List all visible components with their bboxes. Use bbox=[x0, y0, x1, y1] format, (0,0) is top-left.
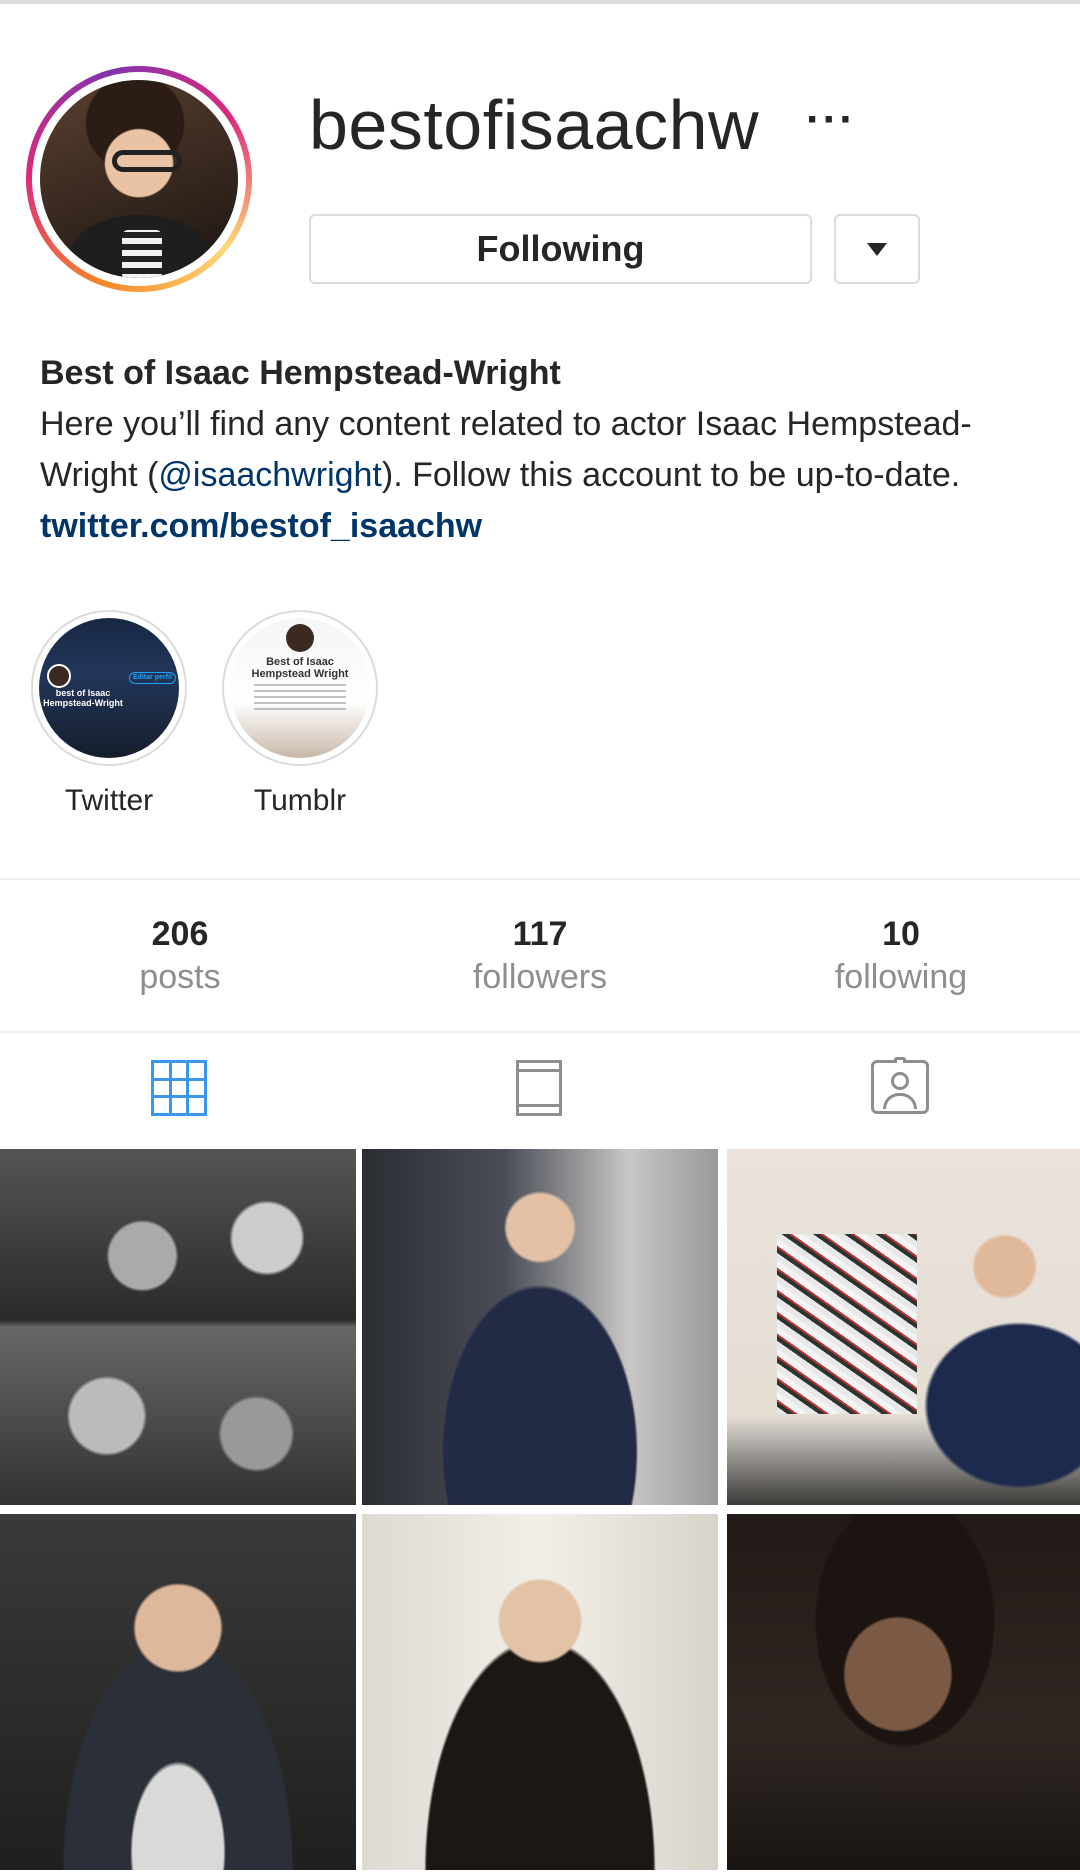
post-thumbnail[interactable] bbox=[0, 1149, 356, 1505]
divider bbox=[0, 1031, 1080, 1033]
more-horizontal-icon[interactable]: ··· bbox=[806, 98, 856, 142]
following-stat[interactable]: 10 following bbox=[751, 913, 1051, 999]
profile-username: bestofisaachw bbox=[309, 86, 760, 164]
tagged-icon bbox=[871, 1057, 929, 1114]
post-thumbnail[interactable] bbox=[727, 1149, 1080, 1505]
bio-mention-link[interactable]: @isaachwright bbox=[158, 456, 382, 494]
bio-text-end: ). Follow this account to be up-to-date. bbox=[381, 456, 961, 494]
posts-label: posts bbox=[139, 958, 221, 996]
posts-stat: 206 posts bbox=[30, 913, 330, 999]
tab-feed[interactable] bbox=[516, 1060, 580, 1118]
highlight-cover: best of Isaac Hempstead-Wright Editar pe… bbox=[31, 610, 187, 766]
profile-bio: Best of Isaac Hempstead-Wright Here you’… bbox=[40, 348, 1050, 552]
suggestions-dropdown-button[interactable] bbox=[834, 214, 920, 284]
bio-website-link[interactable]: twitter.com/bestof_isaachw bbox=[40, 501, 1050, 552]
top-divider bbox=[0, 0, 1080, 4]
highlight-twitter[interactable]: best of Isaac Hempstead-Wright Editar pe… bbox=[29, 610, 189, 818]
followers-label: followers bbox=[472, 958, 608, 996]
post-thumbnail[interactable] bbox=[0, 1514, 356, 1870]
following-label: following bbox=[834, 958, 968, 996]
highlight-label: Twitter bbox=[64, 784, 154, 817]
highlight-tumblr[interactable]: Best of Isaac Hempstead Wright Tumblr bbox=[220, 610, 380, 818]
post-thumbnail[interactable] bbox=[727, 1514, 1080, 1870]
caret-down-icon bbox=[867, 242, 887, 256]
profile-full-name: Best of Isaac Hempstead-Wright bbox=[40, 354, 561, 392]
avatar[interactable] bbox=[40, 80, 238, 278]
profile-avatar-story-ring[interactable] bbox=[26, 66, 252, 292]
followers-count: 117 bbox=[512, 915, 568, 953]
highlight-mini-button: Editar perfil bbox=[129, 672, 176, 684]
tab-grid[interactable] bbox=[151, 1060, 215, 1118]
posts-count: 206 bbox=[151, 915, 209, 953]
grid-icon bbox=[151, 1060, 207, 1116]
highlight-mini-name: best of Isaac Hempstead-Wright bbox=[43, 688, 123, 708]
highlight-mini-avatar bbox=[47, 664, 71, 688]
post-thumbnail[interactable] bbox=[362, 1514, 718, 1870]
divider bbox=[0, 878, 1080, 880]
highlight-mini-title: Best of Isaac Hempstead Wright bbox=[251, 656, 349, 680]
followers-stat[interactable]: 117 followers bbox=[390, 913, 690, 999]
highlight-label: Tumblr bbox=[253, 784, 347, 817]
highlight-cover: Best of Isaac Hempstead Wright bbox=[222, 610, 378, 766]
painting bbox=[777, 1234, 917, 1414]
feed-icon bbox=[516, 1060, 562, 1116]
highlight-mini-avatar bbox=[286, 624, 314, 652]
tab-tagged[interactable] bbox=[871, 1057, 935, 1118]
post-thumbnail[interactable] bbox=[362, 1149, 718, 1505]
following-button[interactable]: Following bbox=[309, 214, 812, 284]
following-count: 10 bbox=[882, 915, 920, 953]
